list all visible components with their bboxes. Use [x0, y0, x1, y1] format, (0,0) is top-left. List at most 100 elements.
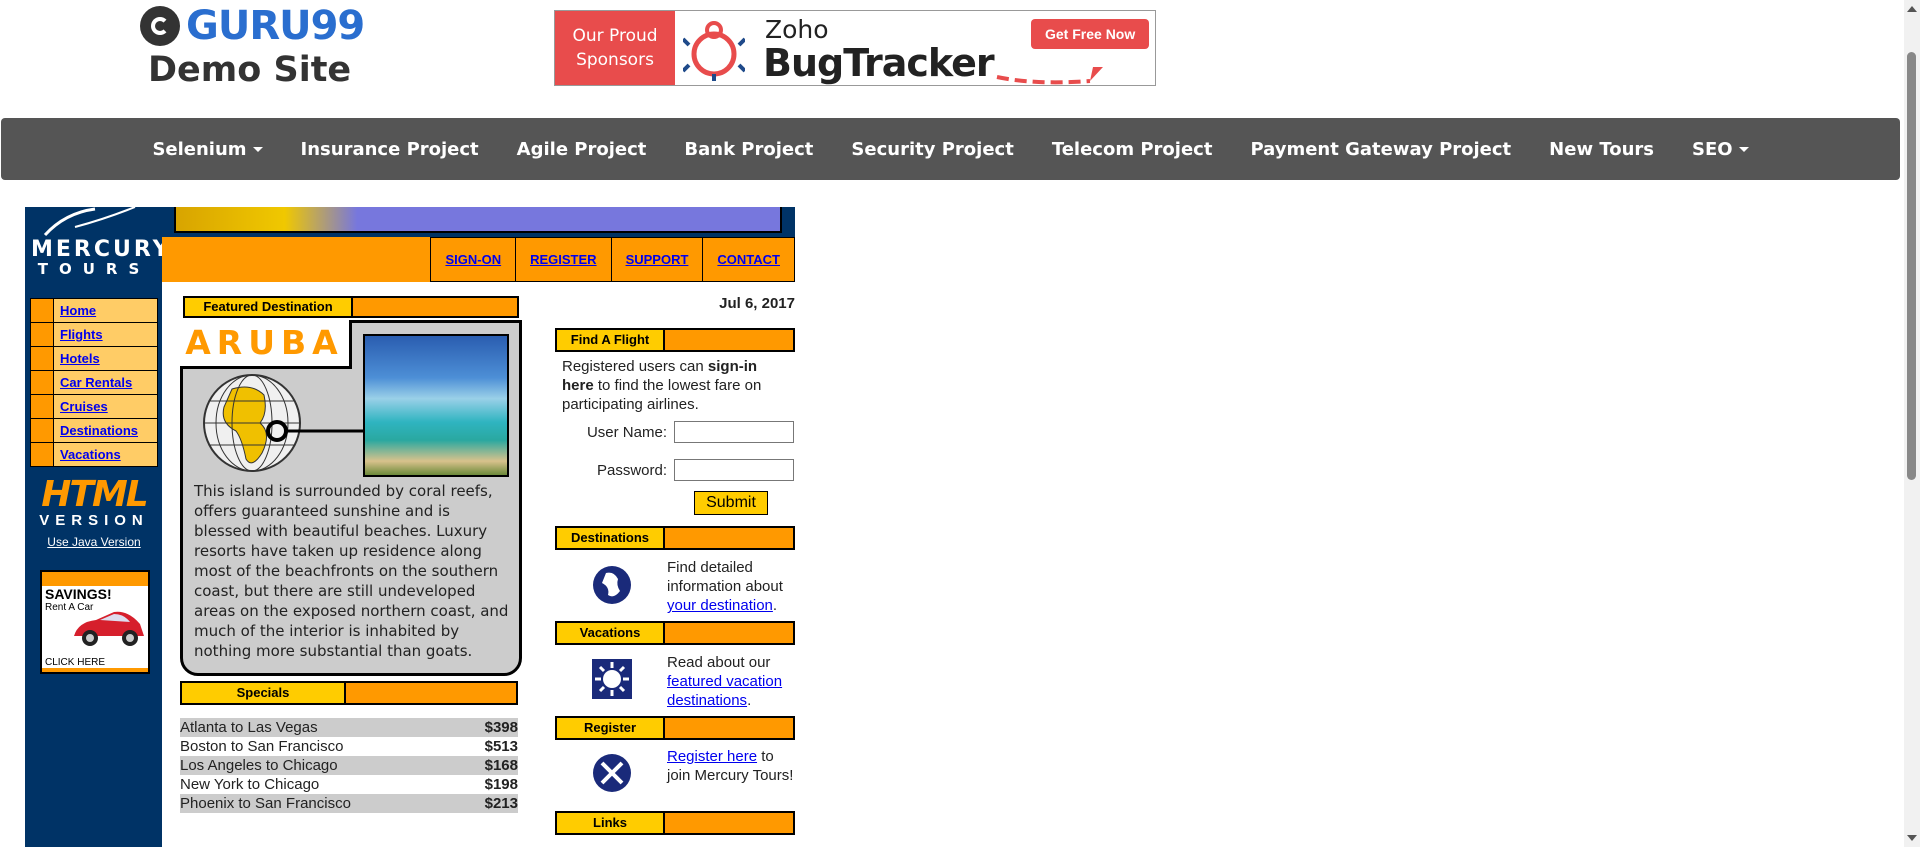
html-badge-text: HTML [41, 474, 148, 515]
featured-destination-label: Featured Destination [185, 298, 353, 316]
red-car-icon [74, 611, 144, 646]
hero-banner-image [174, 207, 782, 233]
specials-table: Atlanta to Las Vegas $398 Boston to San F… [180, 718, 518, 813]
nav-selenium[interactable]: Selenium [133, 139, 281, 160]
menu-bullet [31, 371, 54, 394]
guru99-logo-icon [140, 6, 180, 46]
find-a-flight-header: Find A Flight [555, 328, 795, 352]
table-row: New York to Chicago $198 [180, 775, 518, 794]
nav-new-tours[interactable]: New Tours [1530, 139, 1673, 160]
side-menu-item-flights: Flights [31, 323, 157, 347]
vacations-text-pre: Read about our [667, 654, 771, 671]
special-route: New York to Chicago [180, 776, 320, 793]
sign-on-link[interactable]: SIGN-ON [431, 238, 515, 281]
find-flight-text-pre: Registered users can [562, 358, 708, 375]
use-java-version-link[interactable]: Use Java Version [37, 535, 151, 549]
links-label: Links [557, 813, 665, 833]
special-price: $213 [484, 795, 518, 812]
table-row: Atlanta to Las Vegas $398 [180, 718, 518, 737]
bug-icon [683, 21, 745, 81]
nav-payment-gateway-project[interactable]: Payment Gateway Project [1231, 139, 1530, 160]
featured-vacation-destinations-link[interactable]: featured vacation destinations [667, 673, 782, 709]
register-link[interactable]: REGISTER [515, 238, 610, 281]
sponsor-label-line1: Our Proud [572, 26, 658, 46]
menu-bullet [31, 299, 54, 322]
nav-agile-project[interactable]: Agile Project [498, 139, 666, 160]
support-link[interactable]: SUPPORT [610, 238, 703, 281]
side-link-hotels[interactable]: Hotels [60, 347, 100, 370]
sponsor-label-line2: Sponsors [576, 50, 654, 70]
scroll-thumb[interactable] [1907, 52, 1916, 480]
destinations-label: Destinations [557, 528, 665, 548]
register-header: Register [555, 716, 795, 740]
password-input[interactable] [674, 459, 794, 481]
side-link-vacations[interactable]: Vacations [60, 443, 121, 466]
savings-rent-a-car-ad[interactable]: SAVINGS! Rent A Car CLICK HERE [40, 570, 150, 674]
username-input[interactable] [674, 421, 794, 443]
nav-bank-project[interactable]: Bank Project [665, 139, 832, 160]
side-link-car-rentals[interactable]: Car Rentals [60, 371, 132, 394]
register-text: Register here to join Mercury Tours! [667, 747, 795, 785]
get-free-now-button[interactable]: Get Free Now [1031, 19, 1150, 49]
dashed-arrow-icon [996, 67, 1103, 85]
menu-bullet [31, 323, 54, 346]
sun-icon [592, 659, 632, 699]
nav-security-project[interactable]: Security Project [832, 139, 1032, 160]
sponsor-product: BugTracker [763, 41, 995, 85]
menu-bullet [31, 443, 54, 466]
side-link-home[interactable]: Home [60, 299, 96, 322]
globe-icon [203, 374, 364, 472]
side-link-destinations[interactable]: Destinations [60, 419, 138, 442]
html-version-badge: HTML VERSION Use Java Version [37, 474, 151, 550]
register-here-link[interactable]: Register here [667, 748, 757, 765]
logo-line1: MERCURY [31, 237, 172, 262]
logo-line2: TOURS [37, 260, 151, 278]
password-row: Password: [562, 459, 795, 481]
destinations-header: Destinations [555, 526, 795, 550]
logo-brand: GURU99 [186, 3, 365, 49]
special-route: Phoenix to San Francisco [180, 795, 351, 812]
savings-title: SAVINGS! [45, 586, 112, 602]
mercury-tours-logo[interactable]: MERCURY TOURS [31, 237, 172, 278]
nav-telecom-project[interactable]: Telecom Project [1033, 139, 1232, 160]
nav-insurance-project[interactable]: Insurance Project [282, 139, 498, 160]
special-route: Los Angeles to Chicago [180, 757, 338, 774]
table-row: Los Angeles to Chicago $168 [180, 756, 518, 775]
side-menu: Home Flights Hotels Car Rentals Cruises … [30, 298, 158, 467]
scroll-down-arrow-icon[interactable] [1907, 835, 1917, 841]
password-label: Password: [596, 461, 667, 479]
side-menu-item-car-rentals: Car Rentals [31, 371, 157, 395]
special-price: $513 [484, 738, 518, 755]
caret-down-icon [252, 147, 263, 152]
special-route: Atlanta to Las Vegas [180, 719, 318, 736]
username-label: User Name: [586, 423, 667, 441]
contact-link[interactable]: CONTACT [702, 238, 794, 281]
side-link-flights[interactable]: Flights [60, 323, 103, 346]
nav-selenium-label: Selenium [152, 138, 247, 160]
submit-button[interactable]: Submit [694, 491, 768, 515]
aruba-beach-photo [363, 334, 509, 477]
logo-subtitle: Demo Site [148, 50, 352, 90]
page-scrollbar[interactable] [1904, 0, 1920, 847]
sponsor-label: Our Proud Sponsors [555, 11, 675, 85]
mercury-hero-strip [162, 207, 795, 237]
special-price: $198 [484, 776, 518, 793]
side-link-cruises[interactable]: Cruises [60, 395, 108, 418]
top-links: SIGN-ON REGISTER SUPPORT CONTACT [430, 237, 795, 282]
swoosh-icon [43, 207, 136, 237]
sponsor-banner[interactable]: Our Proud Sponsors Zoho BugTracker Get F… [554, 10, 1156, 86]
links-header: Links [555, 811, 795, 835]
sponsor-zoho: Zoho [765, 15, 829, 44]
mercury-top-bar: SIGN-ON REGISTER SUPPORT CONTACT [162, 237, 795, 282]
guru99-logo[interactable]: GURU99 Demo Site [140, 4, 380, 92]
special-route: Boston to San Francisco [180, 738, 344, 755]
scroll-up-arrow-icon[interactable] [1907, 6, 1917, 12]
your-destination-link[interactable]: your destination [667, 597, 773, 614]
find-a-flight-label: Find A Flight [557, 330, 665, 350]
featured-destination-description: This island is surrounded by coral reefs… [194, 482, 509, 660]
find-flight-intro: Registered users can sign-in here to fin… [562, 357, 792, 414]
side-menu-item-vacations: Vacations [31, 443, 157, 466]
nav-seo[interactable]: SEO [1673, 139, 1768, 160]
register-icon [592, 753, 632, 793]
table-row: Phoenix to San Francisco $213 [180, 794, 518, 813]
